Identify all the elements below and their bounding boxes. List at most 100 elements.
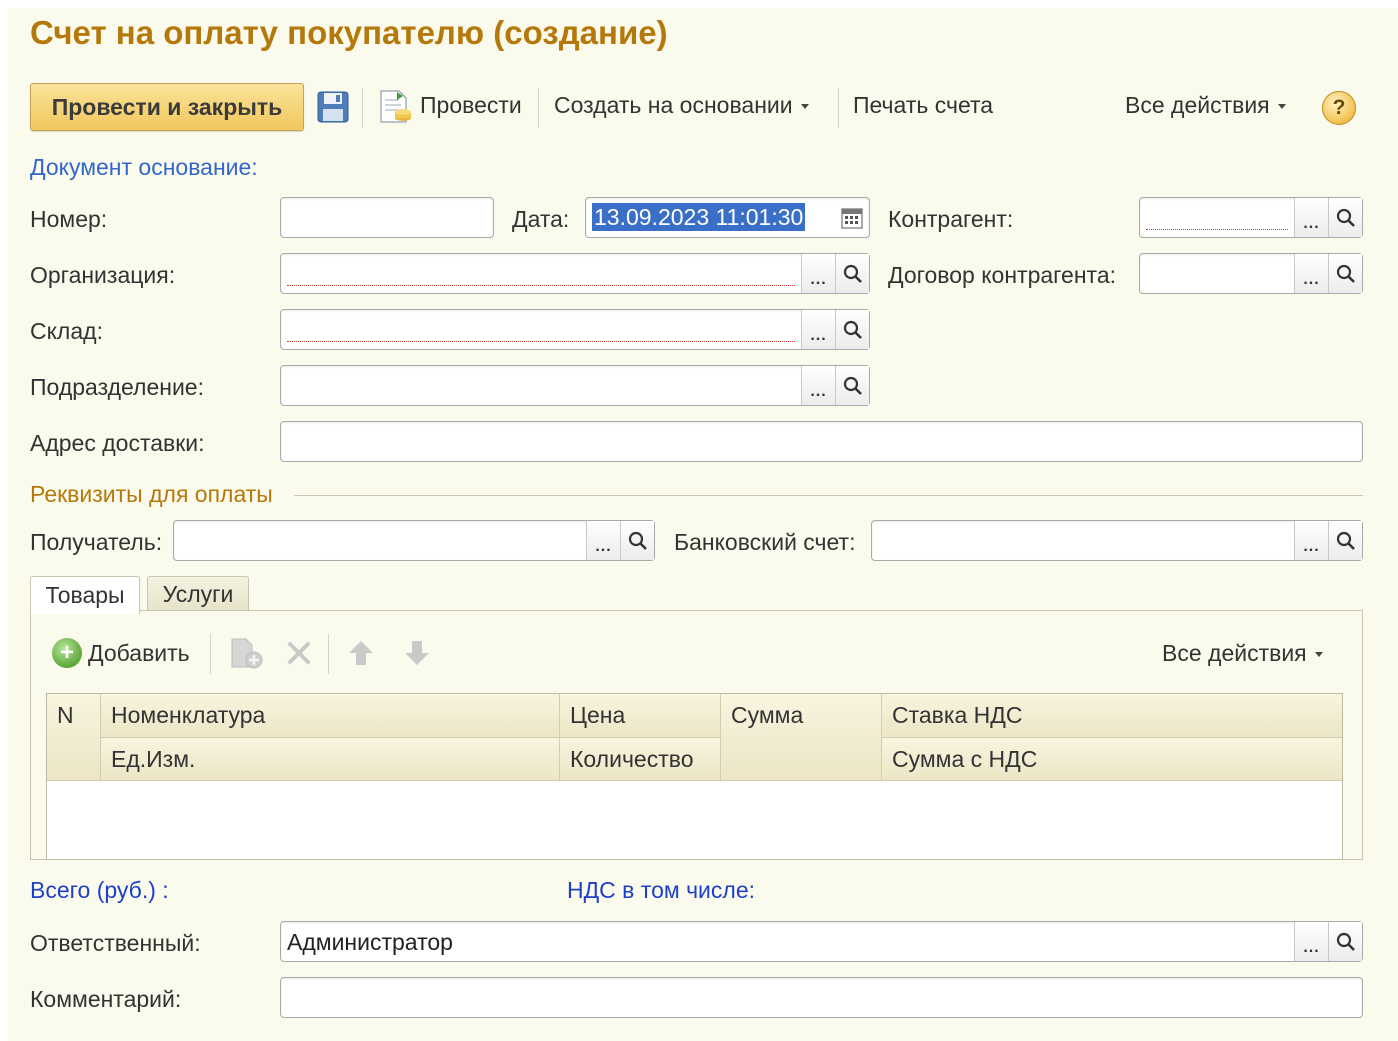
chevron-down-icon (1314, 652, 1323, 658)
column-header-n[interactable]: N (47, 694, 101, 781)
ellipsis-icon: ... (1303, 214, 1320, 232)
search-icon (843, 264, 862, 283)
search-icon (1336, 531, 1355, 550)
number-label: Номер: (30, 206, 108, 232)
bank-account-select-button[interactable]: ... (1294, 521, 1328, 560)
payment-section-title: Реквизиты для оплаты (30, 481, 273, 507)
save-icon[interactable] (316, 90, 350, 124)
search-icon (1336, 264, 1355, 283)
search-icon (843, 376, 862, 395)
warehouse-field[interactable]: ... (280, 309, 870, 350)
delivery-address-label: Адрес доставки: (30, 430, 205, 456)
calendar-icon (841, 208, 863, 228)
department-field[interactable]: ... (280, 365, 870, 406)
move-up-button[interactable] (346, 638, 376, 668)
responsible-select-button[interactable]: ... (1294, 922, 1328, 961)
contractor-select-button[interactable]: ... (1294, 198, 1328, 237)
responsible-field[interactable]: Администратор ... (280, 921, 1363, 962)
goods-table[interactable]: N Номенклатура Ед.Изм. Цена Количество С… (46, 693, 1343, 860)
bank-account-label: Банковский счет: (674, 529, 856, 555)
column-header-sum-with-vat[interactable]: Сумма с НДС (882, 738, 1342, 781)
contractor-field[interactable]: ... (1139, 197, 1363, 238)
department-select-button[interactable]: ... (801, 366, 835, 405)
arrow-down-icon (405, 641, 429, 665)
contract-search-button[interactable] (1328, 254, 1362, 293)
required-underline (1146, 229, 1288, 230)
department-search-button[interactable] (835, 366, 869, 405)
tab-services[interactable]: Услуги (147, 576, 249, 612)
ellipsis-icon: ... (595, 537, 612, 555)
table-all-actions-button[interactable]: Все действия (1162, 640, 1323, 667)
warehouse-label: Склад: (30, 318, 103, 344)
search-icon (1336, 932, 1355, 951)
delete-icon (288, 642, 310, 664)
column-header-unit[interactable]: Ед.Изм. (101, 738, 560, 781)
column-header-price[interactable]: Цена (560, 694, 721, 738)
move-down-button[interactable] (402, 638, 432, 668)
bank-account-field[interactable]: ... (871, 520, 1363, 561)
bank-account-search-button[interactable] (1328, 521, 1362, 560)
add-row-button[interactable]: + Добавить (52, 638, 190, 668)
search-icon (1336, 208, 1355, 227)
post-icon[interactable] (377, 88, 413, 126)
comment-field[interactable] (280, 977, 1363, 1018)
date-field[interactable]: 13.09.2023 11:01:30 (585, 197, 870, 238)
warehouse-select-button[interactable]: ... (801, 310, 835, 349)
contractor-search-button[interactable] (1328, 198, 1362, 237)
delete-row-button[interactable] (286, 640, 312, 666)
toolbar-separator (538, 88, 539, 128)
required-underline (287, 341, 795, 342)
recipient-field[interactable]: ... (173, 520, 655, 561)
vat-included-label: НДС в том числе: (567, 877, 755, 903)
responsible-label: Ответственный: (30, 930, 201, 956)
department-label: Подразделение: (30, 374, 204, 400)
date-label: Дата: (512, 206, 570, 232)
recipient-label: Получатель: (30, 529, 163, 555)
recipient-search-button[interactable] (620, 521, 654, 560)
calendar-button[interactable] (835, 198, 869, 237)
create-based-on-label: Создать на основании (554, 92, 793, 118)
ellipsis-icon: ... (810, 270, 827, 288)
table-all-actions-label: Все действия (1162, 640, 1307, 666)
print-invoice-button[interactable]: Печать счета (853, 92, 993, 119)
toolbar-separator (362, 88, 363, 128)
toolbar-separator (210, 634, 211, 674)
help-button[interactable]: ? (1322, 91, 1356, 125)
column-header-quantity[interactable]: Количество (560, 738, 721, 781)
post-button[interactable]: Провести (420, 92, 522, 119)
organization-label: Организация: (30, 262, 176, 288)
organization-search-button[interactable] (835, 254, 869, 293)
column-header-vat-rate[interactable]: Ставка НДС (882, 694, 1342, 738)
ellipsis-icon: ... (1303, 938, 1320, 956)
tab-goods[interactable]: Товары (30, 576, 140, 614)
column-header-sum[interactable]: Сумма (721, 694, 882, 781)
ellipsis-icon: ... (810, 326, 827, 344)
organization-select-button[interactable]: ... (801, 254, 835, 293)
search-icon (628, 531, 647, 550)
organization-field[interactable]: ... (280, 253, 870, 294)
contract-label: Договор контрагента: (888, 262, 1117, 288)
base-document-link[interactable]: Документ основание: (30, 154, 258, 181)
contract-select-button[interactable]: ... (1294, 254, 1328, 293)
contract-field[interactable]: ... (1139, 253, 1363, 294)
document-form: Счет на оплату покупателю (создание) Про… (8, 8, 1398, 1041)
all-actions-button[interactable]: Все действия (1125, 92, 1286, 119)
responsible-value: Администратор (287, 929, 453, 955)
post-and-close-button[interactable]: Провести и закрыть (30, 83, 304, 131)
section-divider (294, 495, 1363, 496)
number-field[interactable] (280, 197, 494, 238)
warehouse-search-button[interactable] (835, 310, 869, 349)
copy-row-button[interactable] (228, 636, 264, 670)
plus-icon: + (52, 638, 82, 668)
ellipsis-icon: ... (1303, 537, 1320, 555)
contractor-label: Контрагент: (888, 206, 1014, 232)
recipient-select-button[interactable]: ... (586, 521, 620, 560)
delivery-address-field[interactable] (280, 421, 1363, 462)
column-header-nomenclature[interactable]: Номенклатура (101, 694, 560, 738)
ellipsis-icon: ... (810, 382, 827, 400)
chevron-down-icon (800, 104, 809, 110)
toolbar-separator (838, 88, 839, 128)
create-based-on-button[interactable]: Создать на основании (554, 92, 809, 119)
responsible-search-button[interactable] (1328, 922, 1362, 961)
add-row-label: Добавить (88, 639, 190, 666)
